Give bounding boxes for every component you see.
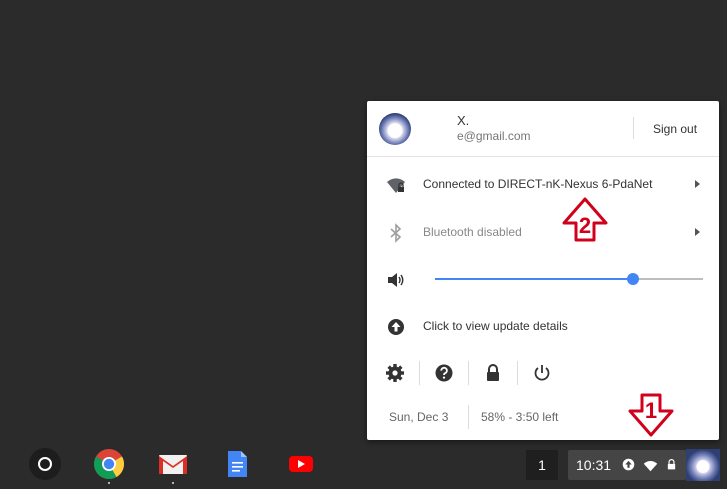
wifi-locked-icon [385,174,407,196]
volume-slider[interactable] [435,273,703,285]
wifi-icon [643,459,658,477]
bluetooth-icon [385,222,407,244]
annotation-arrow-1: 1 [627,393,675,442]
annotation-arrow-2: 2 [561,197,609,248]
power-icon[interactable] [530,361,554,385]
date-label[interactable]: Sun, Dec 3 [389,410,448,424]
status-area-button[interactable]: 10:31 [568,450,686,480]
docs-icon[interactable] [221,448,253,480]
divider [633,117,634,139]
window-count-button[interactable]: 1 [526,450,558,480]
annotation-label-2: 2 [579,213,591,238]
user-avatar[interactable] [686,449,720,481]
bluetooth-row[interactable]: Bluetooth disabled [367,209,719,255]
volume-fill [435,278,634,280]
gmail-icon[interactable] [157,448,189,480]
user-card: X. e@gmail.com Sign out [367,101,719,157]
chevron-right-icon [695,180,700,188]
chrome-icon[interactable] [93,448,125,480]
lock-icon [666,458,677,476]
speaker-icon[interactable] [385,269,407,291]
annotation-label-1: 1 [645,398,657,423]
user-avatar [379,113,411,145]
divider [419,361,420,385]
lock-icon[interactable] [481,361,505,385]
divider [517,361,518,385]
network-row[interactable]: Connected to DIRECT-nK-Nexus 6-PdaNet [367,161,719,207]
divider [468,361,469,385]
running-indicator [108,482,110,484]
help-icon[interactable] [432,361,456,385]
update-row[interactable]: Click to view update details [367,303,719,349]
user-email: e@gmail.com [457,129,531,143]
volume-slider-thumb[interactable] [627,273,640,285]
clock: 10:31 [576,457,612,473]
battery-status: 58% - 3:50 left [481,410,559,424]
launcher-icon[interactable] [29,448,61,480]
update-arrow-icon [622,458,635,476]
running-indicator [172,482,174,484]
action-bar [367,351,719,397]
bluetooth-label: Bluetooth disabled [423,225,522,239]
update-arrow-icon [385,316,407,338]
volume-row [367,256,719,302]
divider [468,405,469,429]
network-label: Connected to DIRECT-nK-Nexus 6-PdaNet [423,177,653,191]
system-tray-menu: X. e@gmail.com Sign out Connected to DIR… [367,101,719,440]
update-label: Click to view update details [423,319,568,333]
chevron-right-icon [695,228,700,236]
sign-out-button[interactable]: Sign out [653,122,697,136]
settings-icon[interactable] [383,361,407,385]
youtube-icon[interactable] [285,448,317,480]
user-name: X. [457,113,470,128]
